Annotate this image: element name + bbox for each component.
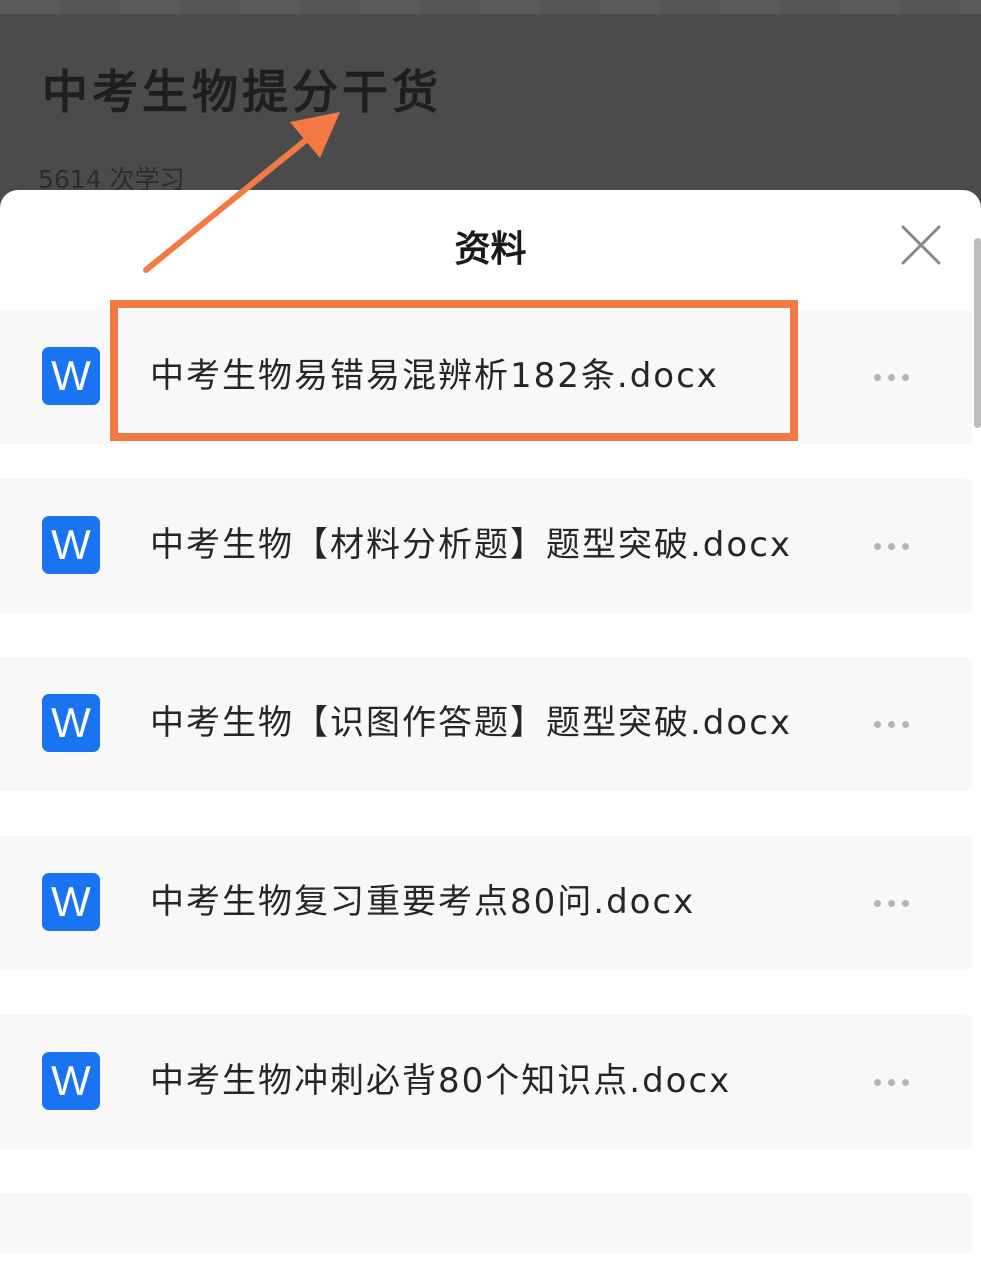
word-doc-icon: W: [42, 516, 100, 574]
word-doc-icon: W: [42, 694, 100, 752]
more-dots-icon: [902, 374, 909, 381]
file-name: 中考生物复习重要考点80问.docx: [150, 882, 696, 922]
more-dots-icon: [874, 721, 881, 728]
word-doc-icon: W: [42, 347, 100, 405]
more-options-button[interactable]: [868, 1065, 916, 1099]
more-dots-icon: [888, 543, 895, 550]
file-name: 中考生物冲刺必背80个知识点.docx: [150, 1061, 732, 1101]
scrollbar-thumb[interactable]: [974, 238, 981, 428]
word-doc-icon: W: [42, 1052, 100, 1110]
file-row[interactable]: W 中考生物易错易混辨析182条.docx: [0, 310, 972, 444]
more-dots-icon: [888, 1079, 895, 1086]
more-options-button[interactable]: [868, 529, 916, 563]
more-dots-icon: [874, 374, 881, 381]
more-dots-icon: [874, 1079, 881, 1086]
materials-sheet: 资料 W 中考生物易错易混辨析182条.docx W 中考生物【材料分析题】题型…: [0, 190, 981, 1280]
more-dots-icon: [902, 1079, 909, 1086]
file-row-partial[interactable]: [0, 1193, 972, 1253]
more-dots-icon: [888, 721, 895, 728]
file-row[interactable]: W 中考生物【材料分析题】题型突破.docx: [0, 479, 972, 613]
more-options-button[interactable]: [868, 707, 916, 741]
sheet-title: 资料: [454, 229, 527, 270]
more-dots-icon: [874, 543, 881, 550]
file-row[interactable]: W 中考生物复习重要考点80问.docx: [0, 836, 972, 970]
close-button[interactable]: [898, 222, 944, 268]
file-name: 中考生物【识图作答题】题型突破.docx: [150, 703, 793, 743]
more-options-button[interactable]: [868, 886, 916, 920]
more-dots-icon: [874, 900, 881, 907]
more-dots-icon: [888, 900, 895, 907]
file-name: 中考生物易错易混辨析182条.docx: [150, 356, 719, 396]
file-row[interactable]: W 中考生物冲刺必背80个知识点.docx: [0, 1015, 972, 1149]
more-dots-icon: [888, 374, 895, 381]
more-dots-icon: [902, 543, 909, 550]
word-doc-icon: W: [42, 873, 100, 931]
file-name: 中考生物【材料分析题】题型突破.docx: [150, 525, 793, 565]
more-dots-icon: [902, 721, 909, 728]
more-options-button[interactable]: [868, 360, 916, 394]
more-dots-icon: [902, 900, 909, 907]
page-title: 中考生物提分干货: [42, 65, 442, 119]
close-icon: [901, 225, 941, 265]
background-top-strip: [0, 0, 981, 14]
file-row[interactable]: W 中考生物【识图作答题】题型突破.docx: [0, 657, 972, 791]
